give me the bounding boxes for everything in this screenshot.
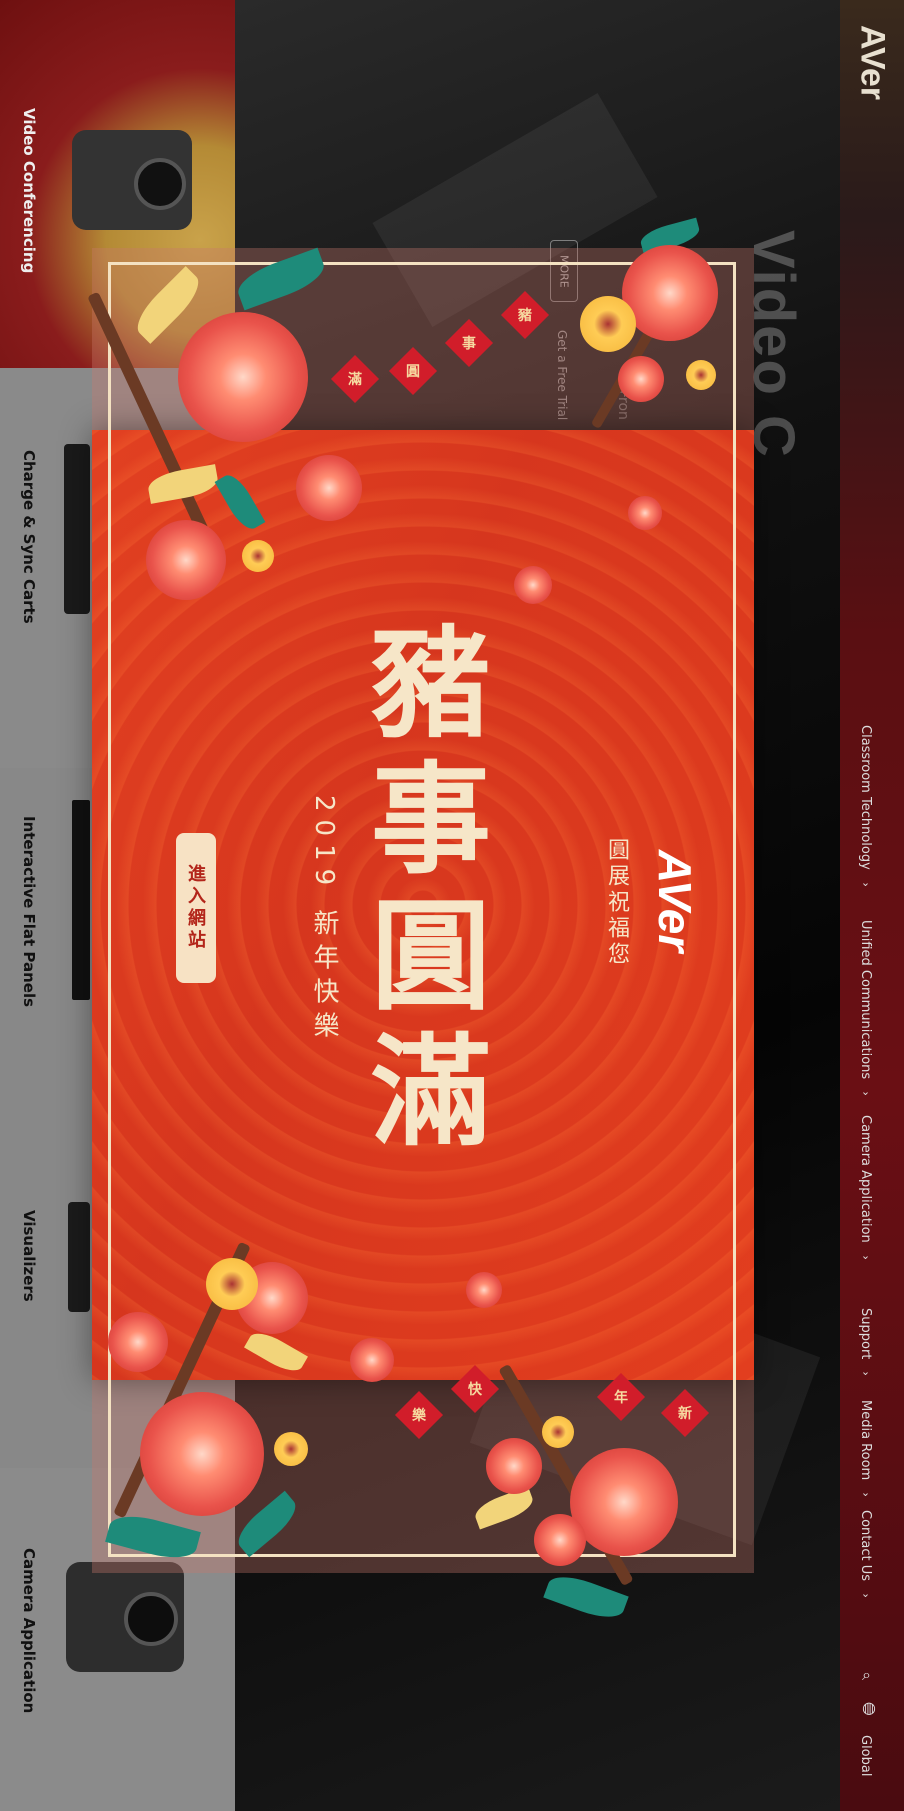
plum-blossom <box>542 1416 574 1448</box>
global-label[interactable]: Global <box>858 1735 873 1776</box>
aver-logo: AVer <box>649 850 701 953</box>
enter-site-button[interactable]: 進入網站 <box>176 833 216 983</box>
plum-blossom <box>570 1448 678 1556</box>
plum-blossom <box>618 356 664 402</box>
camera-image <box>66 1562 184 1672</box>
globe-icon[interactable]: ◍ <box>862 1698 876 1717</box>
plum-blossom <box>686 360 716 390</box>
plum-blossom <box>296 455 362 521</box>
product-label: Charge & Sync Carts <box>20 450 38 624</box>
nav-item-classroom[interactable]: Classroom Technology ⌄ <box>858 725 873 889</box>
nav-item-label: Contact Us <box>858 1510 873 1581</box>
product-label: Video Conferencing <box>20 108 38 274</box>
side-nav: AVer Classroom Technology ⌄ Unified Commu… <box>840 0 904 1811</box>
plum-blossom <box>274 1432 308 1466</box>
plum-blossom <box>242 540 274 572</box>
product-label: Interactive Flat Panels <box>20 816 38 1008</box>
camera-image <box>72 130 192 230</box>
plum-blossom <box>622 245 718 341</box>
nav-item-unified[interactable]: Unified Communications ⌄ <box>858 920 873 1098</box>
nav-item-support[interactable]: Support ⌄ <box>858 1308 873 1378</box>
nav-item-label: Unified Communications <box>858 920 873 1080</box>
visualizer-image <box>68 1202 90 1312</box>
chevron-down-icon: ⌄ <box>859 875 872 889</box>
year-greeting: 2019 新年快樂 <box>309 795 339 1046</box>
nav-item-contact[interactable]: Contact Us ⌄ <box>858 1510 873 1600</box>
product-label: Visualizers <box>20 1210 38 1302</box>
nav-item-label: Camera Application <box>858 1115 873 1243</box>
plum-blossom <box>140 1392 264 1516</box>
aver-logo[interactable]: AVer <box>848 16 896 108</box>
nav-item-media[interactable]: Media Room ⌄ <box>858 1400 873 1499</box>
chevron-down-icon: ⌄ <box>859 1486 872 1500</box>
panel-image <box>72 800 90 1000</box>
chevron-down-icon: ⌄ <box>859 1248 872 1262</box>
chevron-down-icon: ⌄ <box>859 1085 872 1099</box>
plum-blossom <box>108 1312 168 1372</box>
plum-blossom <box>146 520 226 600</box>
search-icon[interactable]: ⌕ <box>862 1665 871 1685</box>
nav-item-camera[interactable]: Camera Application ⌄ <box>858 1115 873 1262</box>
plum-blossom <box>514 566 552 604</box>
chevron-down-icon: ⌄ <box>859 1587 872 1600</box>
plum-blossom <box>628 496 662 530</box>
nav-item-label: Support <box>858 1308 873 1360</box>
plum-blossom <box>350 1338 394 1382</box>
plum-blossom <box>580 296 636 352</box>
plum-blossom <box>206 1258 258 1310</box>
plum-blossom <box>486 1438 542 1494</box>
new-year-slogan: 豬事圓滿 <box>350 620 491 1164</box>
nav-item-label: Media Room <box>858 1400 873 1481</box>
cart-image <box>64 444 90 614</box>
product-label: Camera Application <box>20 1548 38 1714</box>
plum-blossom <box>178 312 308 442</box>
plum-blossom <box>466 1272 502 1308</box>
plum-blossom <box>534 1514 586 1566</box>
brand-greeting: 圓展祝福您 <box>604 838 629 968</box>
nav-item-label: Classroom Technology <box>858 725 873 870</box>
chevron-down-icon: ⌄ <box>859 1365 872 1379</box>
